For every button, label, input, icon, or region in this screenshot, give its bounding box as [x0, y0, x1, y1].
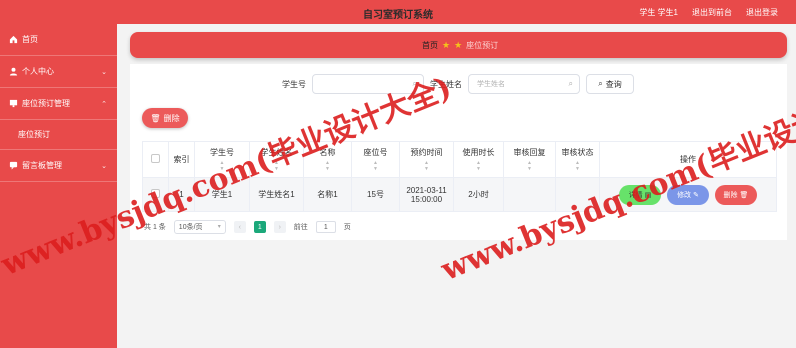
sidebar-item-label: 留言板管理: [22, 161, 62, 170]
student-name-placeholder: 学生姓名: [477, 81, 505, 88]
search-bar: 学生号 ⌕ 学生姓名 学生姓名 ⌕ ⌕ 查询: [282, 74, 634, 94]
delete-button[interactable]: 删除 🗑: [715, 184, 757, 205]
sort-icon: ▲ ▼: [476, 160, 481, 172]
page-size-select[interactable]: 10条/页 ▾: [173, 220, 226, 234]
cell-student-no: 学生1: [194, 177, 250, 212]
pagination: 共 1 条 10条/页 ▾ ‹ 1 › 前往 1 页: [144, 220, 351, 234]
sort-icon: ▲ ▼: [575, 160, 580, 172]
booking-table: 索引 学生号 ▲ ▼ 学生姓名 ▲ ▼ 名称 ▲ ▼ 座位号 ▲ ▼ 预约时间 ▲ ▼ 使用时长 ▲ ▼…: [142, 141, 777, 212]
row-checkbox[interactable]: [151, 189, 160, 198]
home-icon: [8, 35, 18, 45]
detail-icon: ▤: [644, 191, 652, 199]
column-header[interactable]: 使用时长 ▲ ▼: [453, 141, 504, 178]
chevron-down-icon: ▾: [217, 224, 221, 230]
top-bar: 自习室预订系统 学生 学生1 退出到前台 退出登录: [0, 0, 796, 24]
logout-link[interactable]: 退出登录: [746, 7, 778, 18]
sidebar-subitem-seat-booking[interactable]: 座位预订: [0, 120, 117, 150]
seat-icon: [8, 99, 18, 109]
prev-page-button[interactable]: ‹: [233, 221, 246, 233]
edit-button[interactable]: 修改 ✎: [667, 184, 709, 205]
back-to-front-link[interactable]: 退出到前台: [692, 7, 732, 18]
current-user: 学生 学生1: [639, 8, 678, 17]
batch-delete-button[interactable]: 🗑 删除: [142, 108, 188, 128]
goto-label: 前往: [293, 224, 308, 231]
student-no-input[interactable]: ⌕: [312, 74, 424, 94]
table-row: 1 学生1 学生姓名1 名称1 15号 2021-03-11 15:00:00 …: [142, 177, 777, 212]
goto-page-input[interactable]: 1: [315, 221, 336, 233]
search-icon: ⌕: [412, 79, 417, 88]
detail-button[interactable]: 详情 ▤: [619, 184, 661, 205]
next-page-button[interactable]: ›: [273, 221, 286, 233]
search-icon: ⌕: [598, 79, 603, 88]
column-header: 索引: [168, 141, 195, 178]
edit-icon: ✎: [693, 191, 699, 199]
cell-seat: 15号: [351, 177, 400, 212]
column-header[interactable]: 座位号 ▲ ▼: [351, 141, 400, 178]
sidebar-item-label: 首页: [22, 35, 38, 44]
cell-index: 1: [168, 177, 195, 212]
query-button-label: 查询: [605, 79, 622, 89]
page-suffix: 页: [343, 224, 351, 231]
column-header[interactable]: 预约时间 ▲ ▼: [399, 141, 454, 178]
star-icon: ★: [442, 40, 451, 50]
student-name-input[interactable]: 学生姓名 ⌕: [468, 74, 580, 94]
page-number[interactable]: 1: [253, 221, 266, 233]
row-select[interactable]: [142, 177, 169, 212]
column-header[interactable]: 学生姓名 ▲ ▼: [249, 141, 304, 178]
sort-icon: ▲ ▼: [527, 160, 532, 172]
cell-student-name: 学生姓名1: [249, 177, 304, 212]
cell-time-date: 2021-03-11: [406, 185, 447, 195]
total-count: 共 1 条: [144, 224, 166, 231]
trash-icon: 🗑: [739, 191, 749, 199]
cell-reply: [503, 177, 556, 212]
table-header-row: 索引 学生号 ▲ ▼ 学生姓名 ▲ ▼ 名称 ▲ ▼ 座位号 ▲ ▼ 预约时间 ▲ ▼ 使用时长 ▲ ▼…: [142, 141, 777, 178]
cell-time: 2021-03-11 15:00:00: [399, 177, 454, 212]
column-header: 操作: [599, 141, 777, 178]
sort-icon: ▲ ▼: [219, 160, 225, 172]
sort-icon: ▲ ▼: [325, 160, 330, 172]
message-icon: [8, 161, 18, 171]
chevron-down-icon: ⌄: [101, 163, 107, 170]
sort-icon: ▲ ▼: [424, 160, 429, 172]
chevron-up-icon: ⌃: [101, 101, 107, 108]
query-button[interactable]: ⌕ 查询: [586, 74, 634, 94]
cell-actions: 详情 ▤ 修改 ✎ 删除 🗑: [599, 177, 777, 212]
sidebar-item-profile[interactable]: 个人中心 ⌄: [0, 56, 117, 88]
content-panel: 学生号 ⌕ 学生姓名 学生姓名 ⌕ ⌕ 查询 🗑 删除 索引 学生号 ▲ ▼ 学生姓…: [130, 64, 787, 240]
cell-duration: 2小时: [453, 177, 504, 212]
select-all-checkbox[interactable]: [151, 154, 160, 163]
header-actions: 学生 学生1 退出到前台 退出登录: [639, 7, 778, 18]
search-icon: ⌕: [568, 79, 573, 88]
sort-icon: ▲ ▼: [274, 160, 279, 172]
chevron-down-icon: ⌄: [101, 69, 107, 76]
sidebar-item-message-board[interactable]: 留言板管理 ⌄: [0, 150, 117, 182]
user-icon: [8, 67, 18, 77]
breadcrumb-current: 座位预订: [466, 41, 499, 50]
column-header[interactable]: 审核状态 ▲ ▼: [555, 141, 600, 178]
sidebar-item-label: 座位预订管理: [22, 99, 70, 108]
star-icon: ★: [454, 40, 463, 50]
breadcrumb-home[interactable]: 首页: [422, 40, 438, 51]
sidebar-item-seat-management[interactable]: 座位预订管理 ⌃: [0, 88, 117, 120]
cell-status: [555, 177, 600, 212]
column-header[interactable]: 审核回复 ▲ ▼: [503, 141, 556, 178]
column-header[interactable]: 学生号 ▲ ▼: [194, 141, 250, 178]
sidebar: 首页 个人中心 ⌄ 座位预订管理 ⌃ 座位预订 留言板管理 ⌄: [0, 24, 117, 348]
trash-icon: 🗑: [150, 113, 161, 123]
breadcrumb: 首页 ★ ★ 座位预订: [130, 32, 787, 58]
cell-name: 名称1: [303, 177, 352, 212]
cell-time-clock: 15:00:00: [410, 194, 443, 204]
student-name-label: 学生姓名: [430, 79, 462, 89]
sort-icon: ▲ ▼: [373, 160, 378, 172]
select-all-header[interactable]: [142, 141, 169, 178]
column-header[interactable]: 名称 ▲ ▼: [303, 141, 352, 178]
sidebar-item-label: 个人中心: [22, 67, 54, 76]
batch-delete-label: 删除: [163, 113, 180, 123]
sidebar-item-home[interactable]: 首页: [0, 24, 117, 56]
student-no-label: 学生号: [282, 79, 306, 89]
sidebar-item-label: 座位预订: [18, 130, 50, 139]
